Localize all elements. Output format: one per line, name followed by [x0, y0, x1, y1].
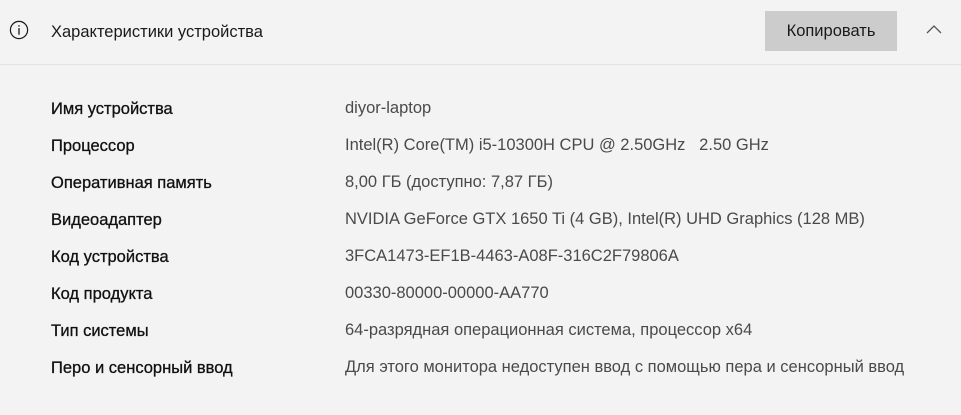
specs-list: Имя устройства diyor-laptop Процессор In… — [0, 96, 961, 415]
spec-label: Процессор — [51, 137, 135, 155]
section-header[interactable]: Характеристики устройства Копировать — [0, 0, 961, 65]
spec-label: Код продукта — [51, 285, 153, 303]
copy-button[interactable]: Копировать — [765, 11, 897, 51]
spec-value: Для этого монитора недоступен ввод с пом… — [345, 358, 905, 376]
spec-label: Тип системы — [51, 322, 149, 340]
spec-label: Имя устройства — [51, 100, 173, 118]
spec-value: 3FCA1473-EF1B-4463-A08F-316C2F79806A — [345, 247, 679, 265]
spec-value: NVIDIA GeForce GTX 1650 Ti (4 GB), Intel… — [345, 210, 865, 228]
spec-value: 64-разрядная операционная система, проце… — [345, 321, 753, 339]
spec-row-device-id: Код устройства 3FCA1473-EF1B-4463-A08F-3… — [0, 244, 961, 281]
section-title: Характеристики устройства — [51, 23, 263, 41]
spec-row-graphics: Видеоадаптер NVIDIA GeForce GTX 1650 Ti … — [0, 207, 961, 244]
spec-label: Перо и сенсорный ввод — [51, 359, 233, 377]
spec-label: Оперативная память — [51, 174, 212, 192]
spec-value: 00330-80000-00000-AA770 — [345, 284, 549, 302]
spec-label: Видеоадаптер — [51, 211, 162, 229]
device-specifications-panel: Характеристики устройства Копировать Имя… — [0, 0, 961, 411]
spec-row-processor: Процессор Intel(R) Core(TM) i5-10300H CP… — [0, 133, 961, 170]
spec-label: Код устройства — [51, 248, 169, 266]
spec-row-device-name: Имя устройства diyor-laptop — [0, 96, 961, 133]
info-icon — [9, 20, 29, 40]
spec-row-memory: Оперативная память 8,00 ГБ (доступно: 7,… — [0, 170, 961, 207]
spec-row-product-id: Код продукта 00330-80000-00000-AA770 — [0, 281, 961, 318]
spec-value: 8,00 ГБ (доступно: 7,87 ГБ) — [345, 173, 553, 191]
spec-value: diyor-laptop — [345, 99, 432, 117]
spec-value: Intel(R) Core(TM) i5-10300H CPU @ 2.50GH… — [345, 136, 769, 154]
chevron-up-icon[interactable] — [918, 16, 950, 42]
spec-row-system-type: Тип системы 64-разрядная операционная си… — [0, 318, 961, 355]
spec-row-pen-touch: Перо и сенсорный ввод Для этого монитора… — [0, 355, 961, 415]
